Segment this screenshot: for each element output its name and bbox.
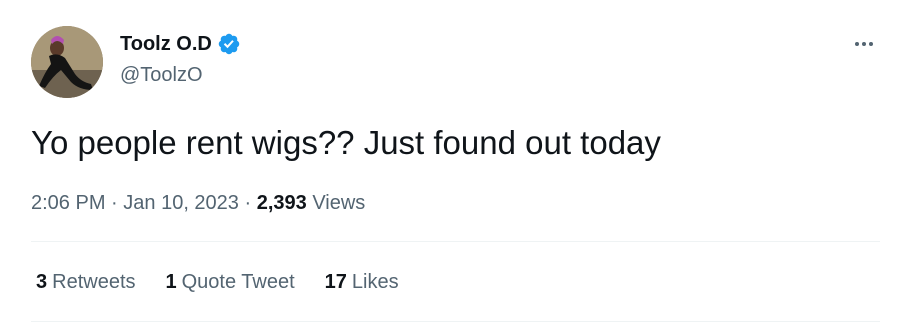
likes-count: 17 [324,271,347,293]
more-horizontal-icon [855,42,859,46]
views-count: 2,393 [256,192,307,214]
likes-link[interactable]: 17 Likes [325,271,399,294]
tweet-time[interactable]: 2:06 PM [31,192,105,214]
tweet-card: Toolz O.D @ToolzO Yo people rent wigs?? … [0,0,908,323]
retweets-link[interactable]: 3 Retweets [36,271,136,294]
tweet-meta: 2:06 PM · Jan 10, 2023 · 2,393 Views [31,192,365,215]
quotes-label: Quote Tweet [181,271,295,293]
quote-tweets-link[interactable]: 1 Quote Tweet [166,271,295,294]
retweets-count: 3 [36,271,48,293]
author-name-row[interactable]: Toolz O.D [120,32,241,56]
quotes-count: 1 [165,271,177,293]
meta-separator: · [105,192,124,214]
meta-separator: · [238,192,257,214]
avatar[interactable] [31,26,103,98]
tweet-date[interactable]: Jan 10, 2023 [123,192,239,214]
divider [31,321,880,322]
author-handle[interactable]: @ToolzO [120,64,203,87]
views-label: Views [306,192,366,214]
author-display-name[interactable]: Toolz O.D [120,33,212,56]
engagement-stats: 3 Retweets 1 Quote Tweet 17 Likes [36,271,399,294]
more-options-button[interactable] [852,32,876,56]
tweet-text: Yo people rent wigs?? Just found out tod… [31,124,661,161]
avatar-photo-icon [31,26,103,98]
retweets-label: Retweets [52,271,136,293]
verified-badge-icon [218,33,240,55]
likes-label: Likes [351,271,399,293]
divider [31,241,880,242]
